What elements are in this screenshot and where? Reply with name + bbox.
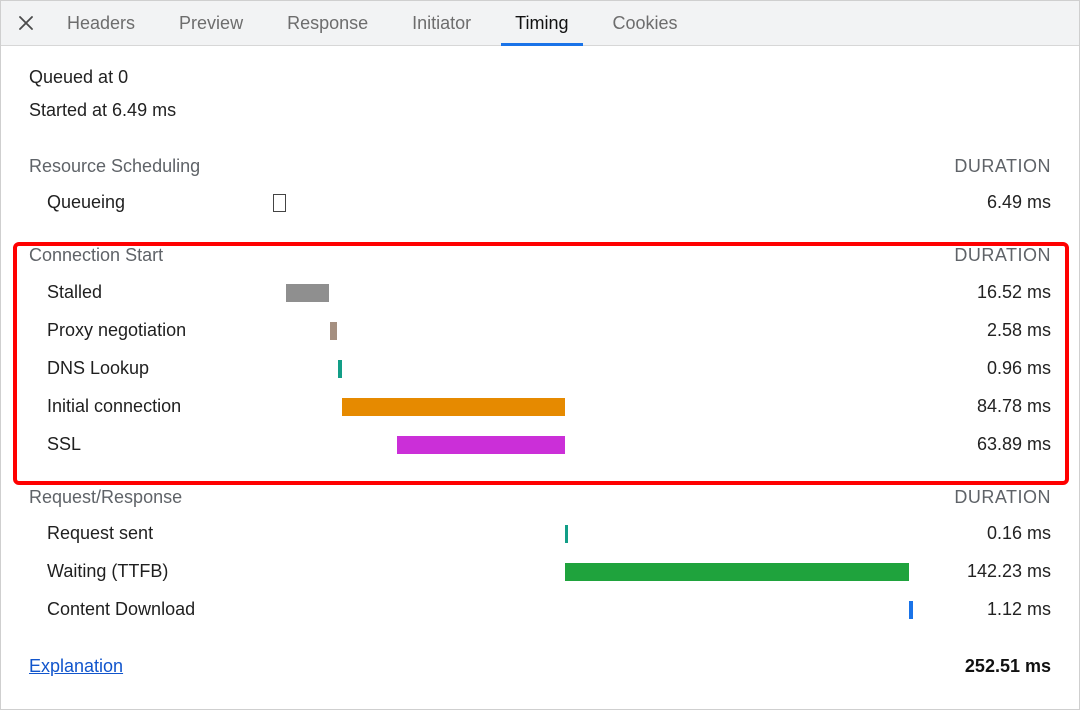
timing-row-label: DNS Lookup: [29, 357, 269, 380]
timing-row-label: Initial connection: [29, 395, 269, 418]
timing-row-label: Queueing: [29, 191, 269, 214]
tab-response[interactable]: Response: [265, 1, 390, 45]
section-connection-start: Connection Start DURATION Stalled 16.52 ms P…: [29, 222, 1051, 463]
duration-column-header: DURATION: [954, 155, 1051, 178]
tab-cookies[interactable]: Cookies: [591, 1, 700, 45]
timing-row: Queueing 6.49 ms: [29, 184, 1051, 222]
timing-row-value: 16.52 ms: [931, 281, 1051, 304]
section-title: Resource Scheduling: [29, 155, 200, 178]
timing-row-label: Content Download: [29, 598, 269, 621]
timing-bar-track: [269, 525, 931, 543]
timing-bar: [338, 360, 343, 378]
section-header: Resource Scheduling DURATION: [29, 155, 1051, 178]
section-title: Connection Start: [29, 244, 163, 267]
timing-row: SSL 63.89 ms: [29, 426, 1051, 464]
tab-preview[interactable]: Preview: [157, 1, 265, 45]
timing-bar: [273, 194, 286, 212]
timing-row: Initial connection 84.78 ms: [29, 388, 1051, 426]
timing-bar-track: [269, 360, 931, 378]
timing-bar-track: [269, 398, 931, 416]
timing-bar-track: [269, 436, 931, 454]
section-header: Connection Start DURATION: [29, 244, 1051, 267]
close-icon[interactable]: [7, 1, 45, 45]
timing-row: Request sent 0.16 ms: [29, 515, 1051, 553]
timing-row-label: SSL: [29, 433, 269, 456]
duration-column-header: DURATION: [954, 244, 1051, 267]
section-request-response: Request/Response DURATION Request sent 0.16…: [29, 464, 1051, 629]
tab-timing[interactable]: Timing: [493, 1, 590, 45]
timing-bar: [565, 563, 909, 581]
timing-row-label: Waiting (TTFB): [29, 560, 269, 583]
tabbar: HeadersPreviewResponseInitiatorTimingCoo…: [1, 1, 1079, 46]
timing-row-value: 63.89 ms: [931, 433, 1051, 456]
timing-bar: [397, 436, 564, 454]
timing-row: Content Download 1.12 ms: [29, 591, 1051, 629]
network-timing-panel: HeadersPreviewResponseInitiatorTimingCoo…: [0, 0, 1080, 710]
duration-column-header: DURATION: [954, 486, 1051, 509]
section-header: Request/Response DURATION: [29, 486, 1051, 509]
tab-initiator[interactable]: Initiator: [390, 1, 493, 45]
section-title: Request/Response: [29, 486, 182, 509]
timing-footer: Explanation 252.51 ms: [29, 647, 1051, 678]
timing-row: Waiting (TTFB) 142.23 ms: [29, 553, 1051, 591]
total-duration: 252.51 ms: [965, 655, 1051, 678]
section-resource-scheduling: Resource Scheduling DURATION Queueing 6.49 …: [29, 133, 1051, 222]
timing-row-value: 6.49 ms: [931, 191, 1051, 214]
timing-content: Queued at 0 Started at 6.49 ms Resource …: [1, 46, 1079, 709]
timing-bar: [565, 525, 568, 543]
timing-row-value: 0.96 ms: [931, 357, 1051, 380]
timing-bar-track: [269, 322, 931, 340]
timing-row-value: 84.78 ms: [931, 395, 1051, 418]
timing-row: Stalled 16.52 ms: [29, 274, 1051, 312]
timing-bar: [286, 284, 329, 302]
timing-row-value: 2.58 ms: [931, 319, 1051, 342]
timing-bar-track: [269, 563, 931, 581]
timing-row: Proxy negotiation 2.58 ms: [29, 312, 1051, 350]
timing-bar: [909, 601, 913, 619]
queued-at-text: Queued at 0: [29, 66, 1051, 89]
timing-bar: [342, 398, 564, 416]
timing-row-label: Proxy negotiation: [29, 319, 269, 342]
started-at-text: Started at 6.49 ms: [29, 99, 1051, 122]
timing-row: DNS Lookup 0.96 ms: [29, 350, 1051, 388]
timing-row-label: Request sent: [29, 522, 269, 545]
timing-row-label: Stalled: [29, 281, 269, 304]
timing-row-value: 0.16 ms: [931, 522, 1051, 545]
timing-bar-track: [269, 284, 931, 302]
tab-headers[interactable]: Headers: [45, 1, 157, 45]
timing-row-value: 142.23 ms: [931, 560, 1051, 583]
timing-bar-track: [269, 601, 931, 619]
timing-row-value: 1.12 ms: [931, 598, 1051, 621]
explanation-link[interactable]: Explanation: [29, 655, 123, 678]
timing-bar-track: [269, 194, 931, 212]
timing-bar: [330, 322, 337, 340]
